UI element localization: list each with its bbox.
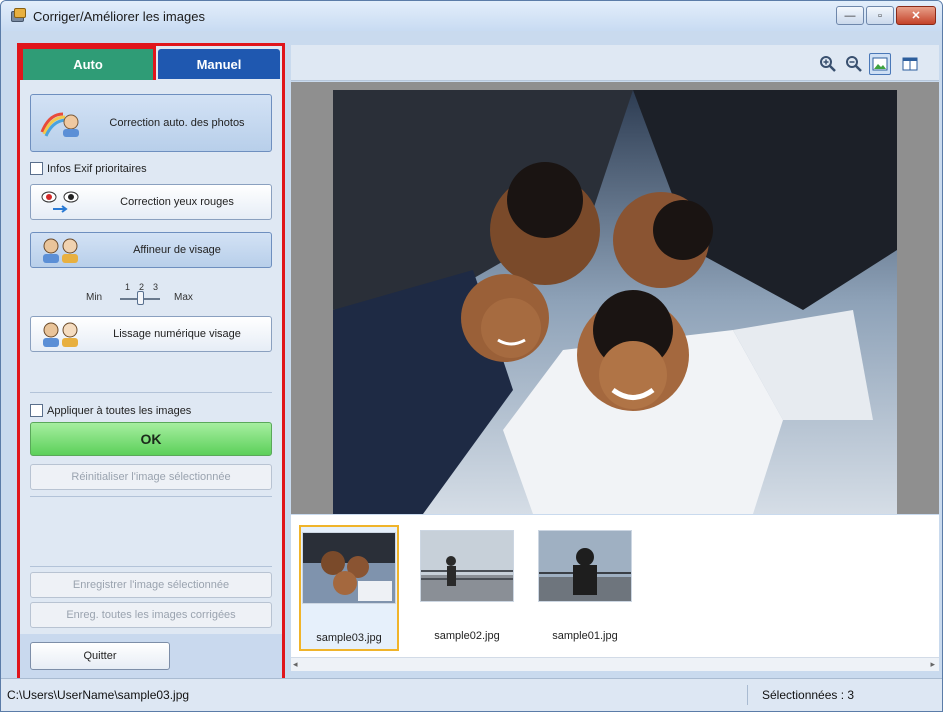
slider-thumb[interactable]: [137, 291, 144, 305]
thumbnail-image: [538, 530, 632, 602]
preview-toolbar: [291, 45, 939, 81]
thumbnail-image: [302, 532, 396, 604]
digital-face-smoothing-button[interactable]: Lissage numérique visage: [30, 316, 272, 352]
exif-priority-label: Infos Exif prioritaires: [47, 162, 147, 175]
correction-panel: Auto Manuel Correction auto. des photos: [17, 43, 285, 685]
title-bar: Corriger/Améliorer les images — ▫ ✕: [1, 1, 942, 31]
scroll-left-icon[interactable]: ◂: [293, 659, 298, 670]
quit-button[interactable]: Quitter: [30, 642, 170, 670]
thumbnail-name: sample02.jpg: [434, 630, 500, 642]
preview-photo[interactable]: [333, 90, 897, 514]
apply-all-checkbox[interactable]: [30, 404, 43, 417]
tab-manual[interactable]: Manuel: [158, 49, 280, 79]
tab-auto[interactable]: Auto: [20, 46, 156, 80]
thumbnail-strip: sample03.jpg sample02.jpg sample01.jpg: [291, 515, 939, 661]
maximize-button[interactable]: ▫: [866, 6, 894, 25]
slider-min-label: Min: [86, 292, 103, 303]
face-smoothing-label: Lissage numérique visage: [113, 328, 241, 340]
scroll-right-icon[interactable]: ▸: [930, 659, 935, 670]
red-eye-label: Correction yeux rouges: [120, 196, 234, 208]
auto-photo-fix-icon: [39, 108, 83, 138]
face-smoothing-icon: [39, 319, 83, 349]
thumbnail-image: [420, 530, 514, 602]
window-title: Corriger/Améliorer les images: [33, 8, 205, 24]
auto-photo-fix-button[interactable]: Correction auto. des photos: [30, 94, 272, 152]
red-eye-correction-button[interactable]: Correction yeux rouges: [30, 184, 272, 220]
image-preview-area: [291, 82, 939, 514]
face-sharpener-button[interactable]: Affineur de visage: [30, 232, 272, 268]
thumbnail-item[interactable]: sample01.jpg: [535, 525, 635, 651]
file-path: C:\Users\UserName\sample03.jpg: [7, 688, 190, 702]
separator: [30, 496, 272, 497]
whole-image-view-icon[interactable]: [869, 53, 891, 75]
thumbnail-name: sample01.jpg: [552, 630, 618, 642]
app-icon: [11, 8, 27, 24]
thumbnail-name: sample03.jpg: [316, 632, 382, 644]
face-sharpener-label: Affineur de visage: [133, 244, 221, 256]
ok-button[interactable]: OK: [30, 422, 272, 456]
status-divider: [747, 685, 748, 705]
exif-priority-row: Infos Exif prioritaires: [30, 162, 147, 175]
auto-photo-fix-label: Correction auto. des photos: [109, 117, 245, 129]
sharpness-slider[interactable]: Min 1 2 3 Max: [82, 282, 222, 312]
red-eye-icon: [39, 187, 83, 217]
compare-view-icon[interactable]: [899, 53, 921, 75]
thumbnail-scrollbar[interactable]: ◂ ▸: [291, 657, 939, 671]
separator: [30, 392, 272, 393]
status-bar: C:\Users\UserName\sample03.jpg Sélection…: [1, 678, 942, 711]
separator: [30, 566, 272, 567]
save-selected-image-button[interactable]: Enregistrer l'image sélectionnée: [30, 572, 272, 598]
slider-max-label: Max: [174, 292, 193, 303]
reset-selected-image-button[interactable]: Réinitialiser l'image sélectionnée: [30, 464, 272, 490]
zoom-in-icon[interactable]: [817, 53, 839, 75]
slider-tick-3: 3: [153, 282, 159, 292]
apply-all-label: Appliquer à toutes les images: [47, 404, 192, 417]
window-controls: — ▫ ✕: [836, 6, 936, 25]
exif-priority-checkbox[interactable]: [30, 162, 43, 175]
app-window: Corriger/Améliorer les images — ▫ ✕ Auto…: [0, 0, 943, 712]
apply-all-row: Appliquer à toutes les images: [30, 404, 191, 417]
minimize-button[interactable]: —: [836, 6, 864, 25]
zoom-out-icon[interactable]: [843, 53, 865, 75]
selected-count: Sélectionnées : 3: [762, 688, 855, 702]
face-sharpener-icon: [39, 235, 83, 265]
slider-tick-1: 1: [125, 282, 131, 292]
thumbnail-item[interactable]: sample02.jpg: [417, 525, 517, 651]
save-all-corrected-images-button[interactable]: Enreg. toutes les images corrigées: [30, 602, 272, 628]
thumbnail-item[interactable]: sample03.jpg: [299, 525, 399, 651]
close-button[interactable]: ✕: [896, 6, 936, 25]
mode-tabs: Auto Manuel: [20, 46, 282, 82]
